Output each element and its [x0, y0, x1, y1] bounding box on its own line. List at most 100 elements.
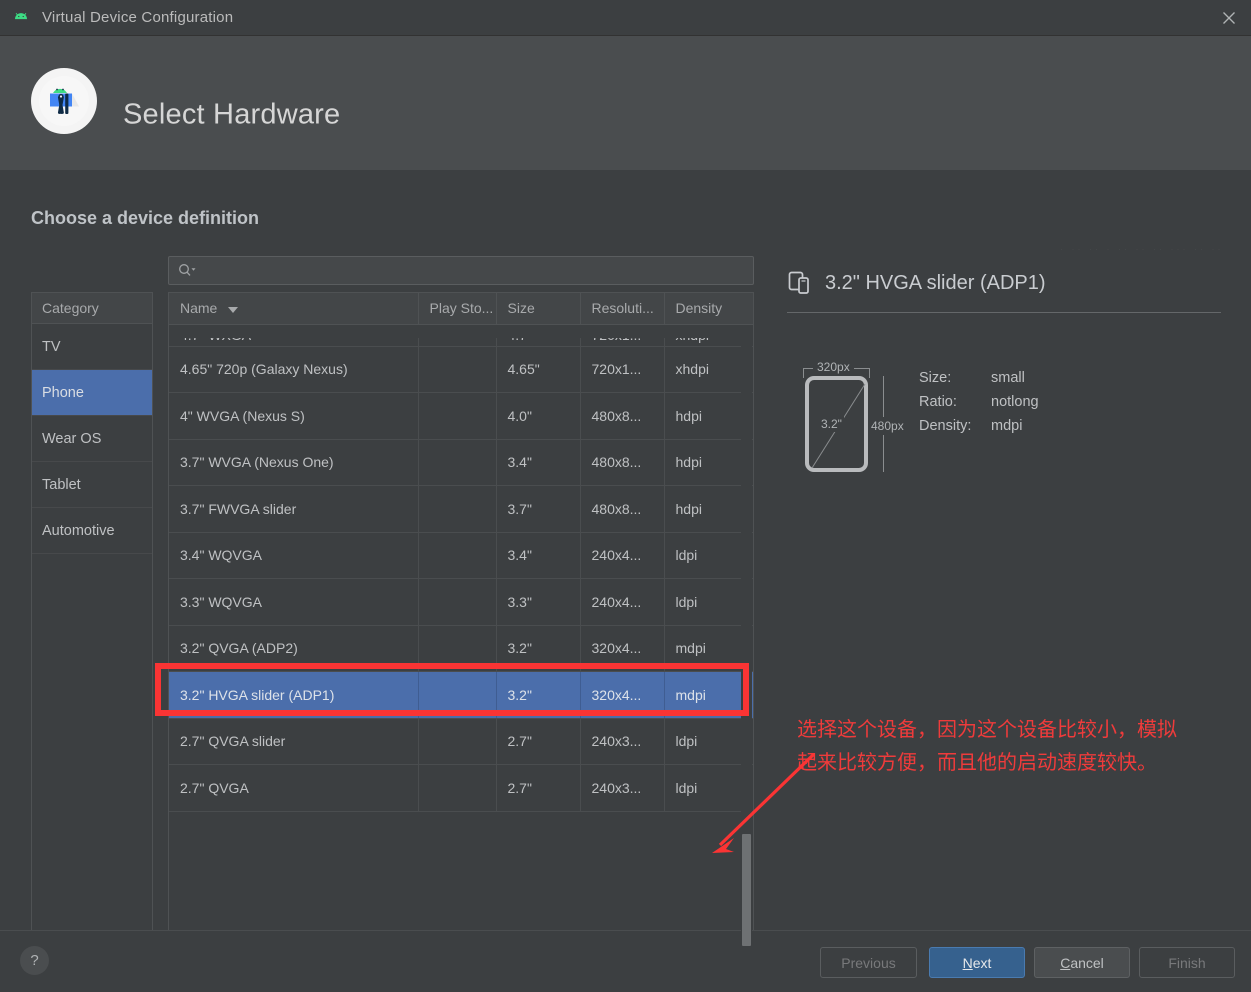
devices-icon [787, 270, 813, 296]
cell-resolution: 720x1... [580, 346, 665, 393]
table-row[interactable]: 4.65" 720p (Galaxy Nexus) 4.65" 720x1...… [169, 346, 753, 393]
device-details-panel: 3.2" HVGA slider (ADP1) 320px 3.2" 480px [787, 264, 1221, 964]
cell-size: 3.4" [496, 439, 581, 486]
cell-density: ldpi [664, 578, 753, 626]
cell-size: 2.7" [496, 718, 581, 765]
cell-density: ldpi [664, 532, 753, 579]
search-input[interactable] [196, 263, 753, 278]
section-heading: Choose a device definition [31, 208, 260, 228]
cell-play-store [418, 718, 497, 765]
cell-play-store [418, 671, 497, 719]
table-row[interactable]: 4" WVGA (Nexus S) 4.0" 480x8... hdpi [169, 392, 753, 440]
help-button[interactable]: ? [20, 946, 49, 975]
column-header-name[interactable]: Name [169, 293, 419, 325]
cell-size: 4.7" [496, 324, 581, 347]
cell-play-store [418, 485, 497, 533]
category-item-tv[interactable]: TV [32, 324, 152, 370]
cell-size: 3.7" [496, 485, 581, 533]
spec-key-size: Size: [919, 370, 952, 386]
cell-name: 3.3" WQVGA [169, 578, 419, 626]
virtual-device-configuration-dialog: Virtual Device Configuration Select Hard… [0, 0, 1251, 992]
column-header-resolution[interactable]: Resoluti... [580, 293, 665, 325]
cell-play-store [418, 346, 497, 393]
table-body: 4.7" WXGA 4.7" 720x1... xhdpi 4.65" 720p… [169, 324, 753, 812]
diagram-diagonal-label: 3.2" [819, 416, 844, 432]
table-row[interactable]: 3.4" WQVGA 3.4" 240x4... ldpi [169, 532, 753, 579]
cell-name: 4.65" 720p (Galaxy Nexus) [169, 346, 419, 393]
annotation-arrow [712, 752, 816, 853]
annotation-text: 选择这个设备，因为这个设备比较小，模拟 起来比较方便，而且他的启动速度较快。 [797, 717, 1177, 774]
cell-size: 3.2" [496, 625, 581, 672]
spec-key-density: Density: [919, 418, 972, 434]
category-item-phone[interactable]: Phone [32, 370, 152, 416]
cell-name: 3.2" QVGA (ADP2) [169, 625, 419, 672]
category-list: Category TV Phone Wear OS Tablet Automot… [31, 292, 153, 976]
spec-row-size: Size: small [919, 366, 1039, 390]
wizard-header: Select Hardware [0, 36, 1251, 170]
next-button-mnemonic: N [962, 954, 973, 971]
cell-size: 3.2" [496, 671, 581, 719]
category-item-automotive[interactable]: Automotive [32, 508, 152, 554]
cell-play-store [418, 439, 497, 486]
search-box[interactable] [168, 256, 754, 285]
cell-play-store [418, 392, 497, 440]
cell-density: mdpi [664, 625, 753, 672]
android-studio-avd-icon [31, 68, 97, 134]
cell-density: xhdpi [664, 346, 753, 393]
ghost-artifact: · ·· ·· · ·· ·· ·· ··· ·· ·· [1060, 244, 1224, 254]
table-row[interactable]: 2.7" QVGA slider 2.7" 240x3... ldpi [169, 718, 753, 765]
cell-resolution: 720x1... [580, 324, 665, 347]
cancel-button-mnemonic: C [1060, 954, 1071, 971]
device-table-element: Name Play Sto... Size Resoluti... Densit… [169, 293, 753, 812]
cell-resolution: 320x4... [580, 671, 665, 719]
cell-size: 3.4" [496, 532, 581, 579]
cell-play-store [418, 324, 497, 347]
cell-size: 2.7" [496, 764, 581, 812]
next-button[interactable]: Next [929, 947, 1025, 978]
cell-resolution: 320x4... [580, 625, 665, 672]
table-row[interactable]: 3.7" FWVGA slider 3.7" 480x8... hdpi [169, 485, 753, 533]
width-tick-right [869, 368, 870, 378]
category-item-tablet[interactable]: Tablet [32, 462, 152, 508]
close-icon[interactable] [1206, 0, 1251, 36]
finish-button[interactable]: Finish [1139, 947, 1235, 978]
cell-resolution: 240x3... [580, 764, 665, 812]
cell-name: 3.2" HVGA slider (ADP1) [169, 671, 419, 719]
previous-button[interactable]: Previous [820, 947, 917, 978]
table-row[interactable]: 2.7" QVGA 2.7" 240x3... ldpi [169, 764, 753, 812]
table-row[interactable]: 4.7" WXGA 4.7" 720x1... xhdpi [169, 324, 753, 347]
details-title: 3.2" HVGA slider (ADP1) [825, 271, 1046, 294]
category-column-header: Category [32, 293, 152, 324]
table-row[interactable]: 3.2" QVGA (ADP2) 3.2" 320x4... mdpi [169, 625, 753, 672]
cell-resolution: 480x8... [580, 439, 665, 486]
cell-size: 4.0" [496, 392, 581, 440]
column-header-density[interactable]: Density [664, 293, 753, 325]
cell-density: hdpi [664, 392, 753, 440]
column-header-play-store[interactable]: Play Sto... [418, 293, 497, 325]
cell-play-store [418, 764, 497, 812]
spec-value-ratio: notlong [991, 394, 1039, 410]
cell-resolution: 480x8... [580, 485, 665, 533]
android-robot-icon [12, 9, 30, 27]
category-item-wear-os[interactable]: Wear OS [32, 416, 152, 462]
cancel-button[interactable]: Cancel [1034, 947, 1130, 978]
sort-descending-icon [228, 306, 239, 313]
cell-play-store [418, 578, 497, 626]
cell-play-store [418, 625, 497, 672]
cell-resolution: 240x4... [580, 532, 665, 579]
diagram-width-label: 320px [813, 360, 854, 374]
cell-size: 4.65" [496, 346, 581, 393]
table-row[interactable]: 3.7" WVGA (Nexus One) 3.4" 480x8... hdpi [169, 439, 753, 486]
diagram-height-label: 480px [870, 417, 905, 435]
table-row[interactable]: 3.3" WQVGA 3.3" 240x4... ldpi [169, 578, 753, 626]
cell-density: xhdpi [664, 324, 753, 347]
column-header-name-label: Name [180, 300, 218, 317]
spec-value-density: mdpi [991, 418, 1023, 434]
table-row-selected[interactable]: 3.2" HVGA slider (ADP1) 3.2" 320x4... md… [169, 671, 753, 719]
cell-resolution: 480x8... [580, 392, 665, 440]
cell-resolution: 240x4... [580, 578, 665, 626]
search-icon [178, 263, 196, 279]
cell-name: 2.7" QVGA [169, 764, 419, 812]
column-header-size[interactable]: Size [496, 293, 581, 325]
device-spec-list: Size: small Ratio: notlong Density: mdpi [919, 366, 1039, 438]
